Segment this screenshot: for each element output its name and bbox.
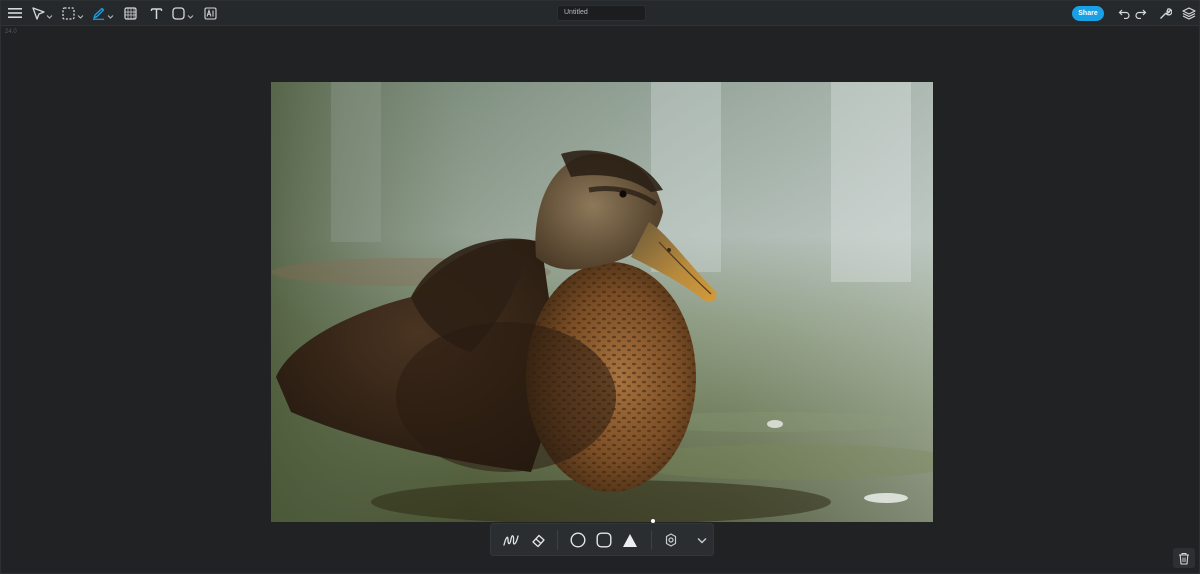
text-icon[interactable] (149, 4, 163, 22)
settings-icon[interactable] (661, 530, 681, 550)
pen-icon[interactable] (91, 4, 105, 22)
drawing-toolbar (490, 523, 714, 556)
zoom-level-label: 24.0 (5, 29, 17, 35)
eraser-icon[interactable] (528, 530, 548, 550)
menu-icon[interactable] (7, 4, 23, 22)
ai-icon[interactable] (203, 4, 217, 22)
shape-icon[interactable] (171, 4, 185, 22)
circle-icon[interactable] (568, 530, 588, 550)
chevron-down-icon[interactable] (46, 7, 53, 25)
document-title-field[interactable]: Untitled (557, 5, 646, 21)
triangle-icon[interactable] (620, 530, 640, 550)
redo-icon[interactable] (1135, 4, 1147, 22)
trash-icon[interactable] (1173, 548, 1195, 568)
chevron-down-icon[interactable] (187, 7, 194, 25)
select-arrow-icon[interactable] (31, 4, 45, 22)
chevron-down-icon[interactable] (107, 7, 114, 25)
layers-icon[interactable] (1182, 4, 1196, 22)
rounded-square-icon[interactable] (594, 530, 614, 550)
canvas-photo[interactable] (271, 82, 933, 522)
scribble-icon[interactable] (501, 530, 521, 550)
editor-window: Untitled Share 24.0 (0, 0, 1200, 574)
toolbar-divider (651, 530, 652, 550)
chevron-down-icon[interactable] (77, 7, 84, 25)
share-button[interactable]: Share (1072, 6, 1104, 21)
image-icon[interactable] (123, 4, 137, 22)
wrench-icon[interactable] (1158, 4, 1172, 22)
chevron-down-icon[interactable] (692, 530, 712, 550)
undo-icon[interactable] (1118, 4, 1130, 22)
toolbar-divider (557, 530, 558, 550)
marquee-select-icon[interactable] (61, 4, 75, 22)
top-toolbar: Untitled Share (1, 1, 1199, 26)
